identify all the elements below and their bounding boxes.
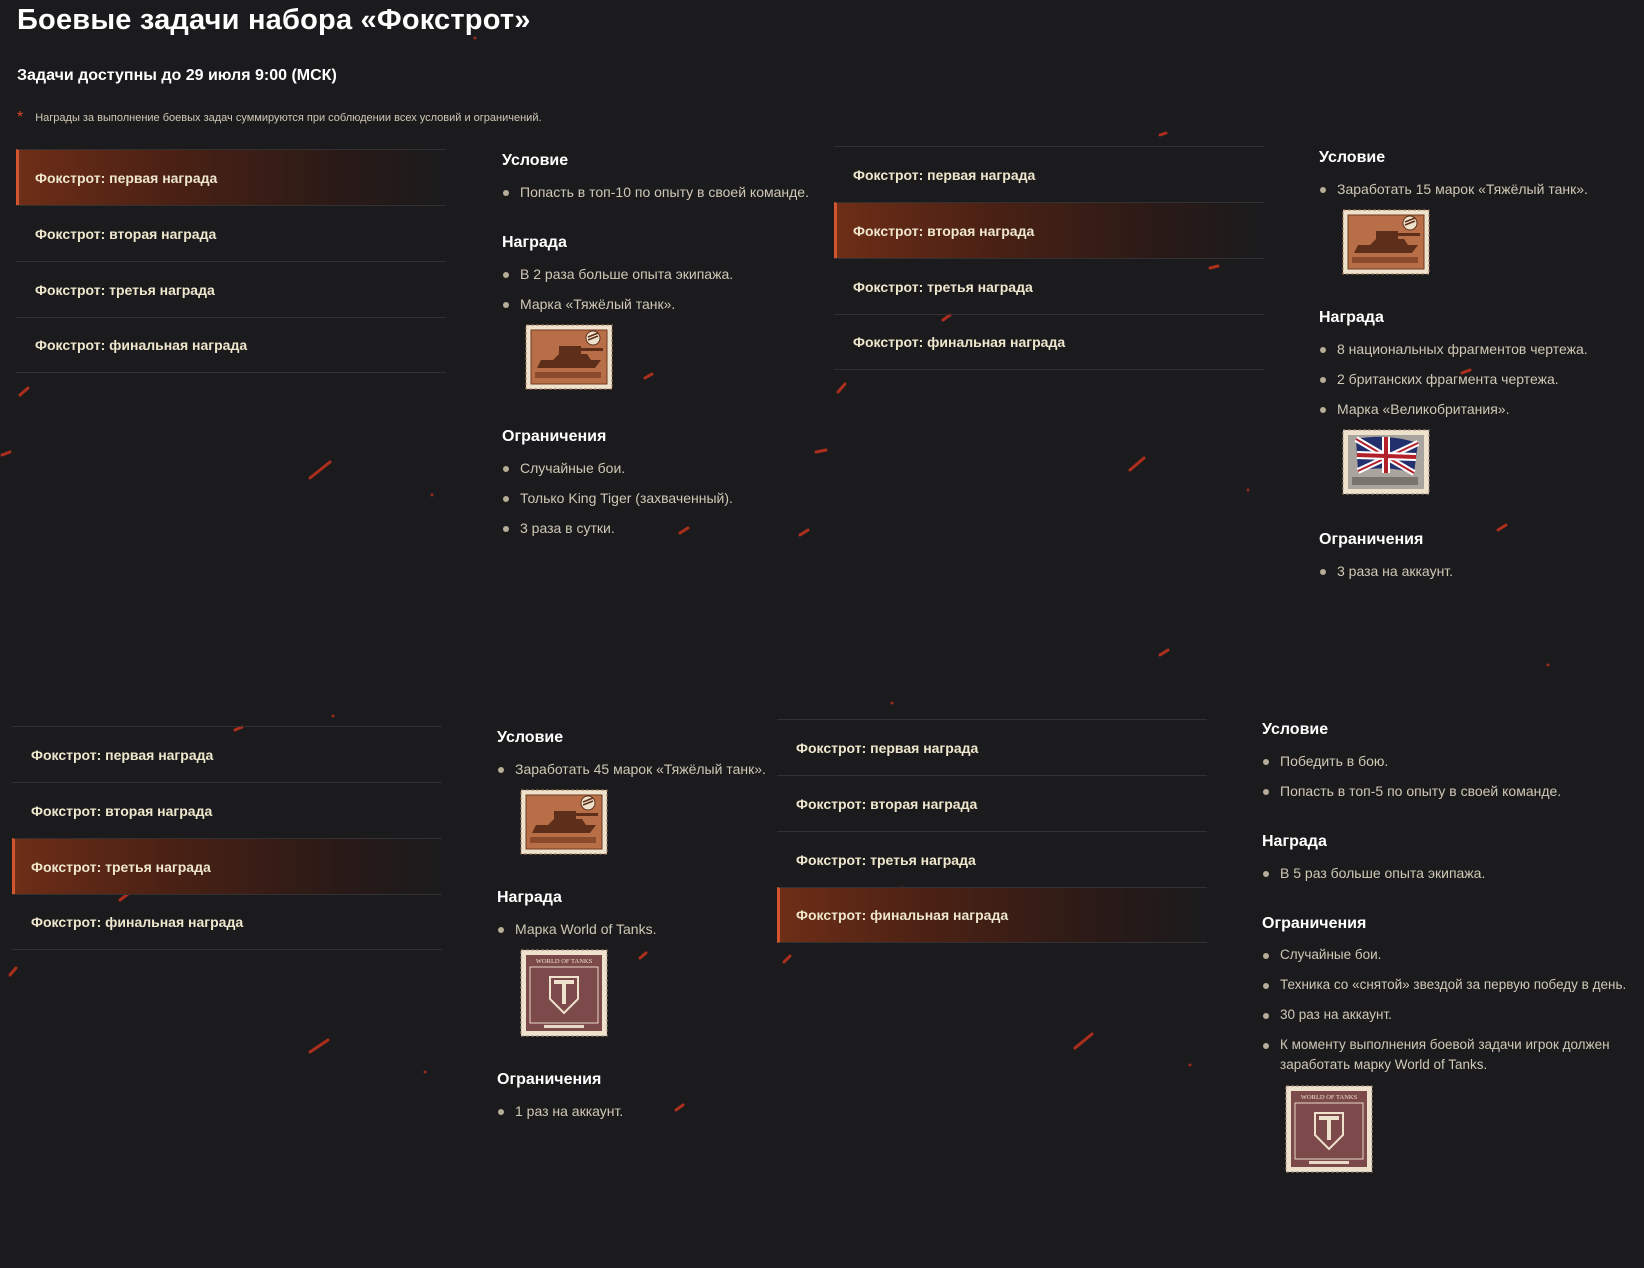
tab-final-reward[interactable]: Фокстрот: финальная награда [834,314,1264,370]
heavy-tank-stamp-icon [525,324,613,390]
details-panel-1: Условие Попасть в топ-10 по опыту в свое… [502,152,832,568]
condition-item: Попасть в топ-5 по опыту в своей команде… [1262,781,1638,801]
tab-second-reward[interactable]: Фокстрот: вторая награда [834,202,1264,258]
details-panel-2: Условие Заработать 15 марок «Тяжёлый тан… [1319,149,1644,611]
tab-third-reward[interactable]: Фокстрот: третья награда [16,261,446,317]
deadline-text: Задачи доступны до 29 июля 9:00 (МСК) [17,67,337,84]
limits-heading: Ограничения [502,428,607,445]
reward-heading: Награда [1319,309,1384,326]
heavy-tank-stamp-icon [520,789,608,855]
reward-item: Марка «Великобритания». [1319,399,1644,419]
reward-item: В 2 раза больше опыта экипажа. [502,264,832,284]
world-of-tanks-stamp-icon: WORLD OF TANKS [520,949,608,1037]
tabs-panel-1: Фокстрот: первая награда Фокстрот: втора… [16,149,446,373]
limit-item: Случайные бои. [1262,945,1638,965]
reward-item: Марка «Тяжёлый танк». [502,294,832,314]
tab-first-reward[interactable]: Фокстрот: первая награда [834,146,1264,202]
limits-heading: Ограничения [1319,531,1424,548]
reward-heading: Награда [502,234,567,251]
tab-third-reward[interactable]: Фокстрот: третья награда [834,258,1264,314]
great-britain-stamp-icon [1342,429,1430,495]
world-of-tanks-stamp-icon: WORLD OF TANKS [1285,1085,1373,1173]
details-panel-4: Условие Победить в бою. Попасть в топ-5 … [1262,721,1638,1203]
tab-third-reward[interactable]: Фокстрот: третья награда [12,838,442,894]
tab-third-reward[interactable]: Фокстрот: третья награда [777,831,1207,887]
tabs-panel-4: Фокстрот: первая награда Фокстрот: втора… [777,719,1207,943]
note-asterisk: * [17,109,24,126]
reward-heading: Награда [1262,833,1327,850]
tab-first-reward[interactable]: Фокстрот: первая награда [16,149,446,205]
limit-item: 1 раз на аккаунт. [497,1101,827,1121]
tab-final-reward[interactable]: Фокстрот: финальная награда [777,887,1207,943]
limit-item: Только King Tiger (захваченный). [502,488,832,508]
svg-text:WORLD OF TANKS: WORLD OF TANKS [536,958,593,965]
limit-item: К моменту выполнения боевой задачи игрок… [1262,1035,1638,1075]
reward-item: 2 британских фрагмента чертежа. [1319,369,1644,389]
limit-item: 3 раза в сутки. [502,518,832,538]
tab-second-reward[interactable]: Фокстрот: вторая награда [12,782,442,838]
heavy-tank-stamp-icon [1342,209,1430,275]
condition-item: Попасть в топ-10 по опыту в своей команд… [502,182,832,202]
condition-heading: Условие [1262,721,1329,738]
svg-text:WORLD OF TANKS: WORLD OF TANKS [1301,1094,1358,1101]
tab-first-reward[interactable]: Фокстрот: первая награда [777,719,1207,775]
condition-heading: Условие [1319,149,1386,166]
limit-item: Техника со «снятой» звездой за первую по… [1262,975,1638,995]
tab-final-reward[interactable]: Фокстрот: финальная награда [16,317,446,373]
condition-heading: Условие [502,152,569,169]
condition-item: Победить в бою. [1262,751,1638,771]
limits-heading: Ограничения [497,1071,602,1088]
limit-item: Случайные бои. [502,458,832,478]
tab-second-reward[interactable]: Фокстрот: вторая награда [16,205,446,261]
page-title: Боевые задачи набора «Фокстрот» [17,4,531,36]
limit-item: 30 раз на аккаунт. [1262,1005,1638,1025]
tab-first-reward[interactable]: Фокстрот: первая награда [12,726,442,782]
condition-item: Заработать 15 марок «Тяжёлый танк». [1319,179,1644,199]
reward-item: 8 национальных фрагментов чертежа. [1319,339,1644,359]
tab-second-reward[interactable]: Фокстрот: вторая награда [777,775,1207,831]
limit-item: 3 раза на аккаунт. [1319,561,1644,581]
tab-final-reward[interactable]: Фокстрот: финальная награда [12,894,442,950]
limits-heading: Ограничения [1262,915,1367,932]
note-text: Награды за выполнение боевых задач сумми… [35,112,542,124]
tabs-panel-3: Фокстрот: первая награда Фокстрот: втора… [12,726,442,950]
tabs-panel-2: Фокстрот: первая награда Фокстрот: втора… [834,146,1264,370]
reward-item: В 5 раз больше опыта экипажа. [1262,863,1638,883]
rewards-note: * Награды за выполнение боевых задач сум… [17,109,542,126]
